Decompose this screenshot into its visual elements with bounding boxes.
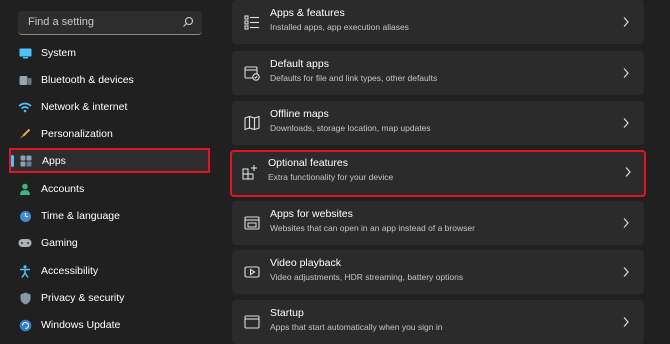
sidebar-item-windows-update[interactable]: Windows Update xyxy=(10,313,210,337)
sidebar-item-label: Gaming xyxy=(41,237,78,249)
sidebar-item-label: Bluetooth & devices xyxy=(41,74,134,86)
chevron-right-icon xyxy=(623,17,629,27)
map-icon xyxy=(244,115,260,131)
card-title: Apps for websites xyxy=(270,208,353,220)
search-placeholder: Find a setting xyxy=(28,16,95,28)
chevron-right-icon xyxy=(623,218,629,228)
sidebar-item-accounts[interactable]: Accounts xyxy=(10,177,210,201)
chevron-right-icon xyxy=(625,167,631,177)
card-title: Apps & features xyxy=(270,7,345,19)
sidebar-item-label: Accounts xyxy=(41,183,85,195)
chevron-right-icon xyxy=(623,68,629,78)
globe-clock-icon xyxy=(18,209,32,223)
sidebar-item-label: Apps xyxy=(42,154,66,167)
sidebar-item-personalization[interactable]: Personalization xyxy=(10,122,210,146)
apps-list-icon xyxy=(244,15,259,30)
shield-icon xyxy=(18,291,32,305)
web-app-icon xyxy=(244,216,260,230)
gamepad-icon xyxy=(18,236,32,250)
sidebar: Find a setting System Bluetooth & device… xyxy=(0,0,222,331)
card-subtitle: Video adjustments, HDR streaming, batter… xyxy=(270,272,464,282)
brush-icon xyxy=(18,127,32,141)
sidebar-item-gaming[interactable]: Gaming xyxy=(10,231,210,255)
search-input[interactable]: Find a setting xyxy=(18,11,202,35)
card-title: Startup xyxy=(270,307,304,319)
card-startup[interactable]: Startup Apps that start automatically wh… xyxy=(232,300,644,344)
card-subtitle: Extra functionality for your device xyxy=(268,172,394,182)
card-title: Offline maps xyxy=(270,108,329,120)
accessibility-icon xyxy=(18,264,32,278)
sidebar-item-bluetooth[interactable]: Bluetooth & devices xyxy=(10,68,210,92)
apps-settings-list: Apps & features Installed apps, app exec… xyxy=(222,0,670,344)
sidebar-item-label: Windows Update xyxy=(41,319,121,331)
sidebar-item-label: Privacy & security xyxy=(41,292,125,304)
card-subtitle: Apps that start automatically when you s… xyxy=(270,322,443,332)
card-subtitle: Installed apps, app execution aliases xyxy=(270,22,409,32)
sidebar-item-network[interactable]: Network & internet xyxy=(10,95,210,119)
wifi-icon xyxy=(18,100,32,114)
sidebar-item-accessibility[interactable]: Accessibility xyxy=(10,259,210,283)
card-subtitle: Websites that can open in an app instead… xyxy=(270,223,475,233)
card-default-apps[interactable]: Default apps Defaults for file and link … xyxy=(232,51,644,95)
card-subtitle: Downloads, storage location, map updates xyxy=(270,123,431,133)
chevron-right-icon xyxy=(623,118,629,128)
sidebar-item-privacy-security[interactable]: Privacy & security xyxy=(10,286,210,310)
sidebar-item-label: Accessibility xyxy=(41,265,99,277)
default-apps-icon xyxy=(244,66,260,81)
add-grid-icon xyxy=(242,165,257,180)
monitor-icon xyxy=(18,46,32,60)
apps-icon xyxy=(19,154,33,168)
sidebar-item-label: Time & language xyxy=(41,210,120,222)
sidebar-item-label: Network & internet xyxy=(41,101,128,113)
card-title: Video playback xyxy=(270,257,342,269)
startup-icon xyxy=(244,315,260,329)
chevron-right-icon xyxy=(623,317,629,327)
sidebar-item-label: System xyxy=(41,47,77,59)
card-offline-maps[interactable]: Offline maps Downloads, storage location… xyxy=(232,101,644,145)
bluetooth-icon xyxy=(18,73,32,87)
card-title: Default apps xyxy=(270,58,329,70)
card-optional-features[interactable]: Optional features Extra functionality fo… xyxy=(230,150,646,197)
card-apps-for-websites[interactable]: Apps for websites Websites that can open… xyxy=(232,201,644,245)
person-icon xyxy=(18,182,32,196)
card-video-playback[interactable]: Video playback Video adjustments, HDR st… xyxy=(232,250,644,294)
sidebar-item-time-language[interactable]: Time & language xyxy=(10,204,210,228)
card-subtitle: Defaults for file and link types, other … xyxy=(270,73,438,83)
card-title: Optional features xyxy=(268,157,348,169)
card-apps-features[interactable]: Apps & features Installed apps, app exec… xyxy=(232,0,644,44)
chevron-right-icon xyxy=(623,267,629,277)
sidebar-item-label: Personalization xyxy=(41,128,113,140)
video-icon xyxy=(244,266,260,278)
sidebar-item-apps[interactable]: Apps xyxy=(9,148,210,173)
search-icon[interactable] xyxy=(182,16,194,28)
sidebar-item-system[interactable]: System xyxy=(10,41,210,65)
